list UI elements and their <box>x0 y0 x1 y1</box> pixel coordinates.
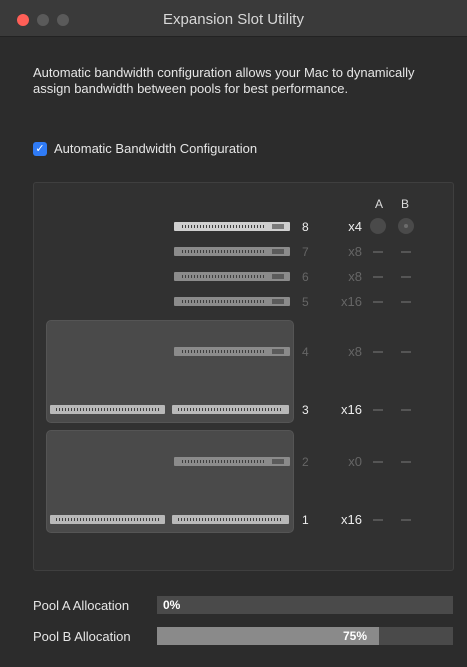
slot-2-pool-b-dash <box>401 461 411 463</box>
expansion-slot-window: Expansion Slot Utility Automatic bandwid… <box>0 0 467 667</box>
slot-8-pool-a-radio[interactable] <box>370 218 386 234</box>
slot-4-lanes: x8 <box>348 344 362 359</box>
slot-2-lanes: x0 <box>348 454 362 469</box>
pool-b-allocation-label: Pool B Allocation <box>33 629 131 644</box>
slot-3-card-left <box>50 405 165 414</box>
auto-bandwidth-checkbox[interactable]: ✓ <box>33 141 47 156</box>
slot-6-card <box>174 272 290 281</box>
slot-3-lanes: x16 <box>341 402 362 417</box>
slot-3-card-right <box>172 405 289 414</box>
slot-3-pool-b-dash <box>401 409 411 411</box>
slot-2-pool-a-dash <box>373 461 383 463</box>
slot-4-pool-a-dash <box>373 351 383 353</box>
slot-1-card-left <box>50 515 165 524</box>
slot-7-number: 7 <box>302 245 309 259</box>
pool-a-allocation-label: Pool A Allocation <box>33 598 130 613</box>
slot-1-card-right <box>172 515 289 524</box>
slot-8-card <box>174 222 290 231</box>
slot-6-pool-b-dash <box>401 276 411 278</box>
slot-6-pool-a-dash <box>373 276 383 278</box>
slot-7-pool-a-dash <box>373 251 383 253</box>
pool-b-allocation-value: 75% <box>343 629 368 643</box>
slot-6-lanes: x8 <box>348 269 362 284</box>
auto-bandwidth-label: Automatic Bandwidth Configuration <box>54 141 258 156</box>
slot-5-card <box>174 297 290 306</box>
slot-4-card <box>174 347 290 356</box>
checkmark-icon: ✓ <box>35 142 45 155</box>
slot-5-pool-a-dash <box>373 301 383 303</box>
slot-1-lanes: x16 <box>341 512 362 527</box>
radio-button-icon <box>404 224 408 228</box>
pool-a-allocation-bar: 0% <box>157 596 453 614</box>
pool-b-allocation-bar: 75% <box>157 627 453 645</box>
pool-a-allocation-value: 0% <box>163 598 181 612</box>
column-a-header: A <box>375 197 384 211</box>
slot-1-number: 1 <box>302 513 309 527</box>
slot-8-pool-b-radio[interactable] <box>398 218 414 234</box>
description-text: Automatic bandwidth configuration allows… <box>33 65 415 96</box>
slot-8-lanes: x4 <box>348 219 362 234</box>
title-bar: Expansion Slot Utility <box>0 0 467 37</box>
slot-5-pool-b-dash <box>401 301 411 303</box>
slot-7-pool-b-dash <box>401 251 411 253</box>
column-b-header: B <box>401 197 410 211</box>
slot-5-lanes: x16 <box>341 294 362 309</box>
slot-3-pool-a-dash <box>373 409 383 411</box>
slot-1-pool-b-dash <box>401 519 411 521</box>
slot-5-number: 5 <box>302 295 309 309</box>
slot-4-pool-b-dash <box>401 351 411 353</box>
slot-8-number: 8 <box>302 220 309 234</box>
slot-3-number: 3 <box>302 403 309 417</box>
slot-7-lanes: x8 <box>348 244 362 259</box>
slot-1-pool-a-dash <box>373 519 383 521</box>
slot-4-number: 4 <box>302 345 309 359</box>
slot-2-card <box>174 457 290 466</box>
auto-bandwidth-option[interactable]: ✓ Automatic Bandwidth Configuration <box>33 141 257 156</box>
slot-7-card <box>174 247 290 256</box>
window-title: Expansion Slot Utility <box>163 11 304 28</box>
slot-6-number: 6 <box>302 270 309 284</box>
slot-2-number: 2 <box>302 455 309 469</box>
